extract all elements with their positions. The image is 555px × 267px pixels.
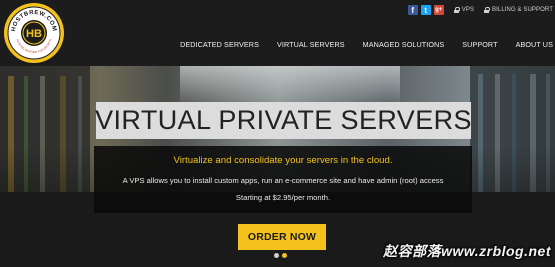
hero-subtitle: Virtualize and consolidate your servers …: [173, 155, 393, 166]
google-plus-icon[interactable]: g+: [433, 5, 444, 15]
billing-support-link[interactable]: BILLING & SUPPORT: [484, 7, 553, 13]
nav-virtual-servers[interactable]: VIRTUAL SERVERS: [268, 40, 354, 49]
nav-dedicated-servers[interactable]: DEDICATED SERVERS: [171, 40, 268, 49]
hero-title-box: VIRTUAL PRIVATE SERVERS: [95, 102, 472, 139]
top-utility-bar: f t g+ VPS BILLING & SUPPORT: [407, 3, 553, 17]
hostbrew-logo[interactable]: HB HOSTBREW.COM HOSTING PARTNER FOR GROW…: [3, 2, 65, 64]
nav-about-us[interactable]: ABOUT US: [507, 40, 555, 49]
hero-text-box: Virtualize and consolidate your servers …: [94, 146, 472, 213]
hero-slider: VIRTUAL PRIVATE SERVERS Virtualize and c…: [0, 66, 555, 267]
site-header: HB HOSTBREW.COM HOSTING PARTNER FOR GROW…: [0, 0, 555, 66]
slider-dot-active[interactable]: [282, 253, 287, 258]
order-now-button[interactable]: ORDER NOW: [238, 224, 326, 250]
facebook-icon[interactable]: f: [407, 5, 418, 15]
logo-initials: HB: [26, 28, 42, 40]
watermark-text: 赵容部落www.zrblog.net: [383, 243, 551, 259]
billing-support-label: BILLING & SUPPORT: [492, 7, 553, 13]
hero-price: Starting at $2.95/per month.: [235, 193, 331, 202]
lock-icon: [453, 7, 460, 13]
vps-login-label: VPS: [461, 7, 475, 13]
nav-managed-solutions[interactable]: MANAGED SOLUTIONS: [354, 40, 454, 49]
vps-login-link[interactable]: VPS: [453, 7, 475, 13]
nav-support[interactable]: SUPPORT: [453, 40, 506, 49]
hero-title: VIRTUAL PRIVATE SERVERS: [95, 105, 472, 135]
lock-icon: [484, 7, 491, 13]
main-navigation: DEDICATED SERVERS VIRTUAL SERVERS MANAGE…: [171, 40, 555, 49]
hero-description: A VPS allows you to install custom apps,…: [122, 176, 444, 185]
slider-dot[interactable]: [274, 253, 279, 258]
twitter-icon[interactable]: t: [420, 5, 431, 15]
slider-pagination: [274, 253, 287, 258]
